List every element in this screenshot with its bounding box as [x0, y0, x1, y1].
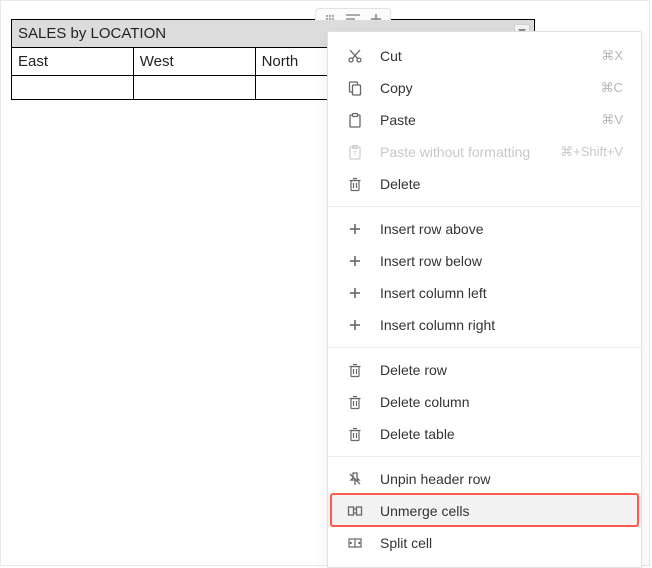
menu-item-delete-column[interactable]: Delete column	[328, 386, 641, 418]
menu-item-delete-table[interactable]: Delete table	[328, 418, 641, 450]
menu-separator	[328, 206, 641, 207]
menu-item-shortcut: ⌘X	[601, 48, 623, 64]
table-cell[interactable]	[12, 76, 134, 100]
menu-item-delete[interactable]: Delete	[328, 168, 641, 200]
table-cell[interactable]	[133, 76, 255, 100]
menu-item-insert-row-above[interactable]: Insert row above	[328, 213, 641, 245]
menu-item-label: Copy	[380, 80, 601, 96]
menu-item-paste[interactable]: Paste⌘V	[328, 104, 641, 136]
trash-icon	[346, 362, 364, 378]
copy-icon	[346, 80, 364, 96]
plus-icon	[346, 254, 364, 268]
menu-item-shortcut: ⌘C	[601, 80, 623, 96]
split-icon	[346, 535, 364, 551]
menu-item-label: Paste	[380, 112, 601, 128]
menu-item-label: Cut	[380, 48, 601, 64]
table-title: SALES by LOCATION	[18, 25, 166, 42]
cut-icon	[346, 48, 364, 64]
unmerge-icon	[346, 503, 364, 519]
menu-item-shortcut: ⌘V	[601, 112, 623, 128]
menu-item-label: Delete row	[380, 362, 623, 378]
menu-item-unmerge-cells[interactable]: Unmerge cells	[328, 495, 641, 527]
plus-icon	[346, 222, 364, 236]
plus-icon	[346, 286, 364, 300]
menu-item-label: Paste without formatting	[380, 144, 560, 160]
menu-item-label: Insert column right	[380, 317, 623, 333]
menu-item-label: Insert row below	[380, 253, 623, 269]
menu-item-insert-column-left[interactable]: Insert column left	[328, 277, 641, 309]
context-menu[interactable]: Cut⌘XCopy⌘CPaste⌘VTPaste without formatt…	[327, 31, 642, 568]
menu-item-insert-column-right[interactable]: Insert column right	[328, 309, 641, 341]
menu-item-paste-without-formatting: T Paste without formatting⌘+Shift+V	[328, 136, 641, 168]
menu-item-label: Delete table	[380, 426, 623, 442]
menu-item-cut[interactable]: Cut⌘X	[328, 40, 641, 72]
paste-plain-icon: T	[346, 144, 364, 160]
menu-item-label: Delete column	[380, 394, 623, 410]
menu-item-insert-row-below[interactable]: Insert row below	[328, 245, 641, 277]
menu-item-label: Unmerge cells	[380, 503, 623, 519]
menu-item-label: Insert row above	[380, 221, 623, 237]
menu-separator	[328, 347, 641, 348]
menu-item-copy[interactable]: Copy⌘C	[328, 72, 641, 104]
trash-icon	[346, 426, 364, 442]
menu-item-shortcut: ⌘+Shift+V	[560, 144, 623, 160]
trash-icon	[346, 394, 364, 410]
menu-item-delete-row[interactable]: Delete row	[328, 354, 641, 386]
trash-icon	[346, 176, 364, 192]
menu-item-label: Insert column left	[380, 285, 623, 301]
menu-item-label: Unpin header row	[380, 471, 623, 487]
unpin-icon	[346, 471, 364, 487]
table-cell[interactable]: East	[12, 48, 134, 76]
menu-item-label: Delete	[380, 176, 623, 192]
svg-text:T: T	[353, 151, 358, 158]
menu-item-split-cell[interactable]: Split cell	[328, 527, 641, 559]
menu-item-unpin-header-row[interactable]: Unpin header row	[328, 463, 641, 495]
paste-icon	[346, 112, 364, 128]
menu-separator	[328, 456, 641, 457]
menu-item-label: Split cell	[380, 535, 623, 551]
plus-icon	[346, 318, 364, 332]
table-cell[interactable]: West	[133, 48, 255, 76]
